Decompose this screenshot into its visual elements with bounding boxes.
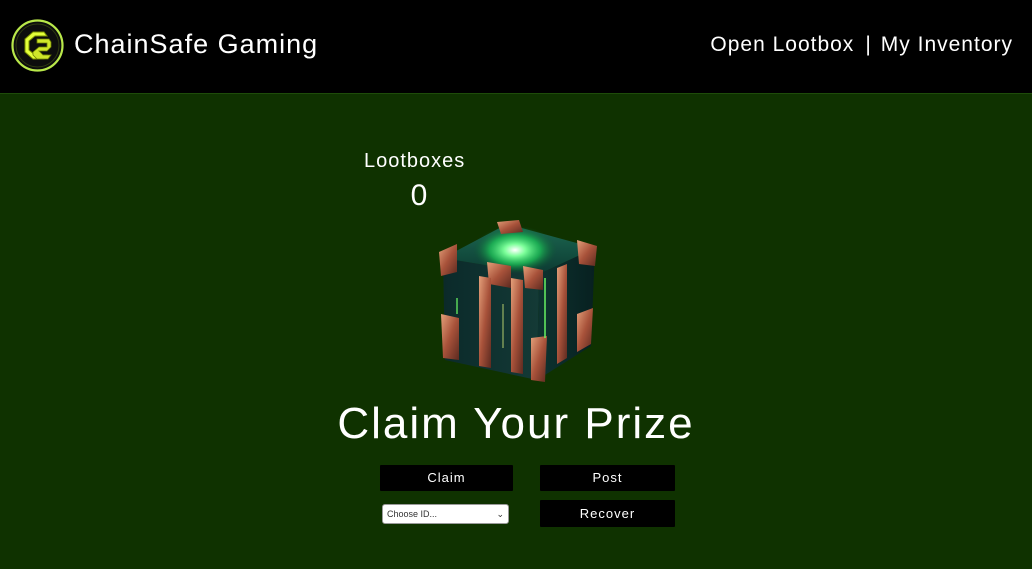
nav-my-inventory[interactable]: My Inventory (881, 33, 1013, 56)
app-window: ChainSafe Gaming Open Lootbox | My Invento… (0, 0, 1032, 569)
chainsafe-logo-icon[interactable] (11, 19, 64, 72)
lootboxes-label: Lootboxes (364, 150, 466, 172)
recover-button[interactable]: Recover (540, 500, 675, 527)
top-nav: Open Lootbox | My Inventory (710, 30, 1013, 60)
choose-id-select[interactable]: Choose ID... ⌄ (382, 504, 509, 524)
brand-title: ChainSafe Gaming (74, 29, 319, 59)
chevron-down-icon: ⌄ (496, 509, 504, 519)
lootboxes-count: 0 (410, 179, 428, 212)
main-panel: Lootboxes 0 Claim Your Prize Claim Post … (0, 93, 1032, 569)
choose-id-value: Choose ID... (387, 509, 438, 519)
lootbox-chest-image (439, 220, 597, 382)
top-bar: ChainSafe Gaming Open Lootbox | My Invento… (0, 0, 1032, 93)
nav-open-lootbox[interactable]: Open Lootbox (710, 33, 854, 56)
nav-separator: | (865, 33, 872, 56)
claim-button[interactable]: Claim (380, 465, 513, 491)
claim-your-prize-title: Claim Your Prize (337, 399, 695, 448)
post-button[interactable]: Post (540, 465, 675, 491)
